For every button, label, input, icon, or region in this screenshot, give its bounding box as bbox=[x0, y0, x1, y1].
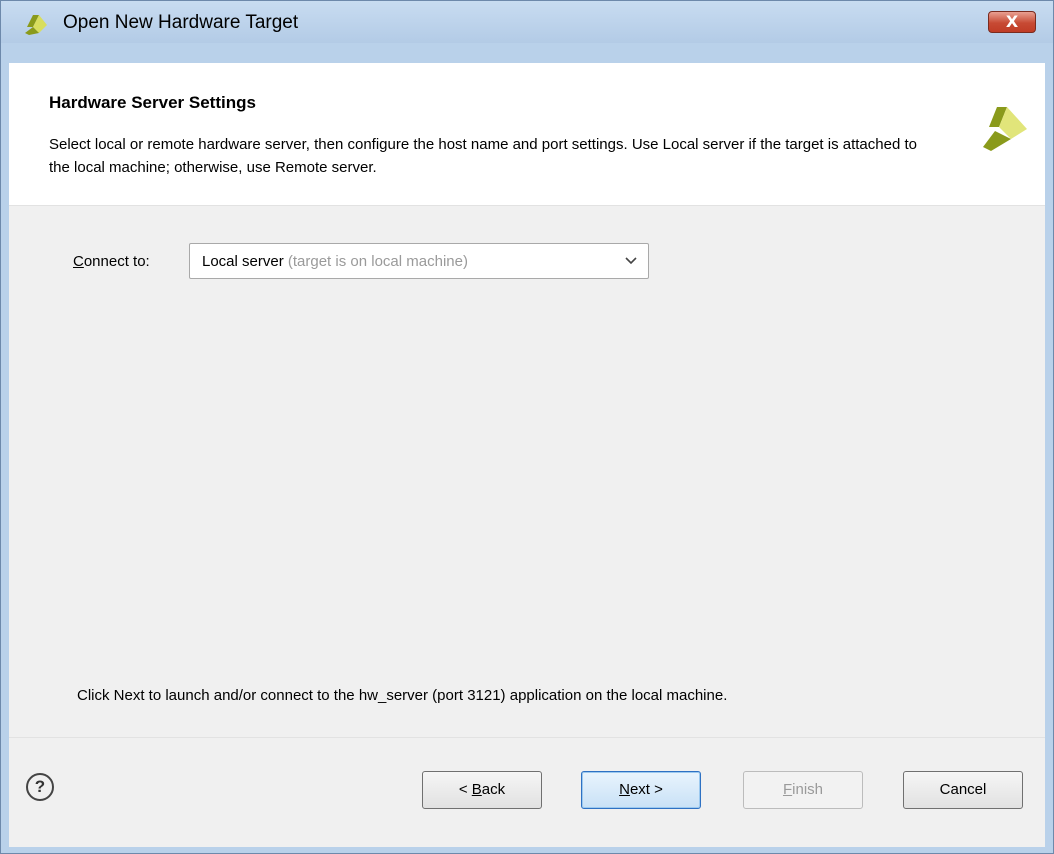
finish-label: inish bbox=[792, 781, 824, 798]
select-value: Local server (target is on local machine… bbox=[202, 253, 468, 270]
cancel-button[interactable]: Cancel bbox=[903, 771, 1023, 809]
back-button[interactable]: < Back bbox=[422, 771, 542, 809]
info-text: Click Next to launch and/or connect to t… bbox=[77, 687, 728, 704]
help-icon: ? bbox=[34, 777, 46, 796]
back-mnemonic: B bbox=[471, 781, 482, 798]
back-prefix: < bbox=[458, 781, 472, 798]
back-label: ack bbox=[481, 781, 506, 798]
header-panel: Hardware Server Settings Select local or… bbox=[9, 63, 1045, 206]
chevron-down-icon bbox=[625, 257, 637, 265]
xilinx-logo-icon bbox=[25, 15, 47, 35]
close-icon: X bbox=[1005, 12, 1019, 31]
connect-label-text: onnect to: bbox=[83, 253, 150, 270]
close-button[interactable]: X bbox=[988, 11, 1036, 33]
selected-option: Local server bbox=[202, 253, 284, 270]
help-button[interactable]: ? bbox=[26, 773, 54, 801]
xilinx-logo-icon bbox=[983, 107, 1027, 151]
next-label: ext > bbox=[629, 781, 663, 798]
window-title: Open New Hardware Target bbox=[63, 12, 299, 33]
selected-option-hint: (target is on local machine) bbox=[287, 253, 468, 270]
title-bar[interactable]: Open New Hardware Target X bbox=[1, 1, 1053, 43]
page-description: Select local or remote hardware server, … bbox=[49, 136, 917, 176]
dialog-window: Open New Hardware Target X Hardware Serv… bbox=[0, 0, 1054, 854]
footer-divider bbox=[9, 737, 1045, 738]
connect-to-select[interactable]: Local server (target is on local machine… bbox=[189, 243, 649, 279]
finish-button[interactable]: Finish bbox=[743, 771, 863, 809]
page-title: Hardware Server Settings bbox=[49, 93, 256, 112]
connect-to-label: Connect to: bbox=[73, 253, 150, 270]
next-mnemonic: N bbox=[619, 781, 630, 798]
dialog-body: Hardware Server Settings Select local or… bbox=[9, 63, 1045, 847]
connect-mnemonic: C bbox=[73, 253, 84, 270]
finish-mnemonic: F bbox=[782, 781, 793, 798]
next-button[interactable]: Next > bbox=[581, 771, 701, 809]
